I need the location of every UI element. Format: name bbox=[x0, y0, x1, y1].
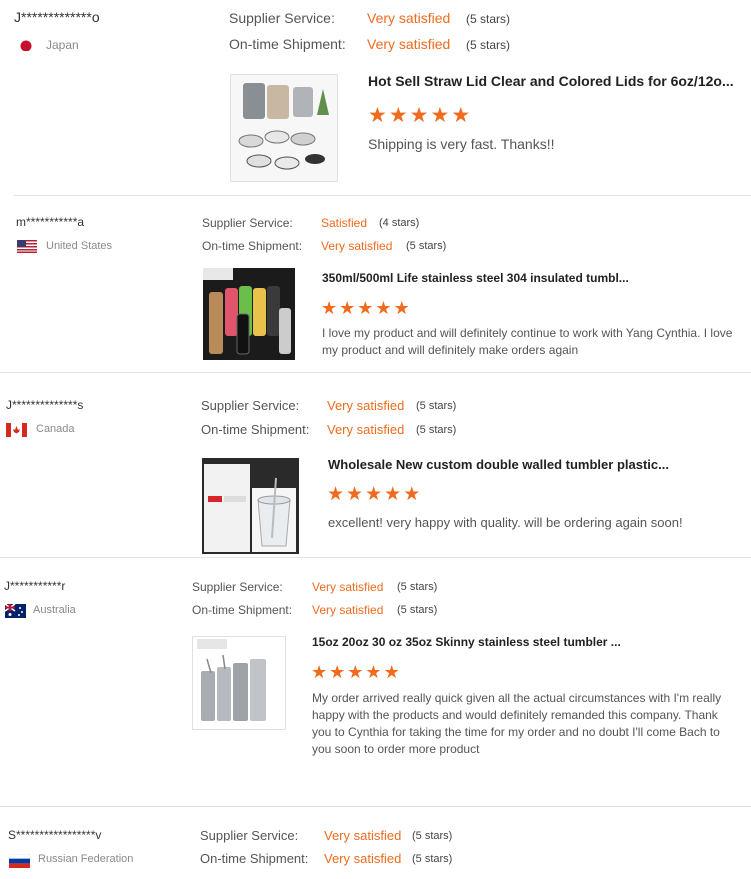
reviewer-country: Russian Federation bbox=[38, 853, 134, 865]
star-icon: ★ bbox=[339, 298, 356, 318]
review-comment: My order arrived really quick given all … bbox=[312, 691, 722, 756]
review-item: J**************s Canada Supplier Service… bbox=[0, 372, 751, 558]
ontime-shipment-label: On-time Shipment: bbox=[192, 603, 293, 617]
supplier-service-rating: Satisfied bbox=[321, 216, 368, 230]
ontime-shipment-label: On-time Shipment: bbox=[202, 239, 303, 253]
japan-flag-icon bbox=[20, 39, 32, 51]
star-icon: ★ bbox=[383, 662, 400, 682]
ontime-shipment-rating: Very satisfied bbox=[312, 603, 384, 617]
star-icon: ★ bbox=[403, 484, 421, 505]
reviewer-name: J***********r bbox=[4, 579, 66, 593]
star-rating: ★ ★ ★ ★ ★ bbox=[368, 105, 470, 126]
star-icon: ★ bbox=[368, 104, 387, 127]
reviewer-country: Canada bbox=[36, 423, 75, 435]
star-icon: ★ bbox=[346, 484, 364, 505]
ontime-shipment-rating: Very satisfied bbox=[321, 239, 393, 253]
product-thumbnail[interactable] bbox=[192, 636, 286, 730]
supplier-service-stars: (5 stars) bbox=[466, 12, 511, 26]
supplier-service-stars: (5 stars) bbox=[397, 581, 438, 593]
star-icon: ★ bbox=[388, 104, 408, 127]
star-icon: ★ bbox=[311, 662, 328, 682]
supplier-service-rating: Very satisfied bbox=[312, 580, 384, 594]
star-icon: ★ bbox=[451, 104, 471, 127]
reviewer-country: United States bbox=[46, 240, 113, 252]
plastic-tumbler-image bbox=[202, 458, 299, 554]
star-icon: ★ bbox=[384, 484, 402, 505]
insulated-bottles-image bbox=[203, 268, 295, 360]
reviewer-name: J**************s bbox=[6, 398, 84, 412]
ontime-shipment-stars: (5 stars) bbox=[412, 853, 453, 865]
ontime-shipment-rating: Very satisfied bbox=[327, 422, 405, 437]
product-thumbnail[interactable] bbox=[202, 458, 299, 554]
review-comment: excellent! very happy with quality. will… bbox=[328, 515, 683, 530]
canada-flag-icon bbox=[6, 423, 27, 437]
supplier-service-rating: Very satisfied bbox=[324, 828, 402, 843]
reviewer-country: Australia bbox=[33, 604, 76, 616]
reviewer-country: Japan bbox=[46, 38, 79, 52]
star-rating: ★ ★ ★ ★ ★ bbox=[327, 485, 420, 504]
star-icon: ★ bbox=[329, 662, 346, 682]
supplier-service-label: Supplier Service: bbox=[192, 580, 283, 594]
australia-flag-icon bbox=[5, 604, 26, 618]
supplier-service-rating: Very satisfied bbox=[327, 398, 405, 413]
star-rating: ★ ★ ★ ★ ★ bbox=[311, 663, 400, 681]
ontime-shipment-label: On-time Shipment: bbox=[200, 851, 309, 866]
product-title-link[interactable]: 15oz 20oz 30 oz 35oz Skinny stainless st… bbox=[312, 635, 621, 649]
supplier-service-rating: Very satisfied bbox=[367, 10, 451, 26]
product-title-link[interactable]: Hot Sell Straw Lid Clear and Colored Lid… bbox=[368, 73, 734, 89]
product-thumbnail[interactable] bbox=[230, 74, 338, 182]
star-icon: ★ bbox=[365, 662, 382, 682]
supplier-service-stars: (5 stars) bbox=[412, 830, 453, 842]
russia-flag-icon bbox=[9, 854, 30, 868]
star-icon: ★ bbox=[375, 298, 392, 318]
product-title-link[interactable]: 350ml/500ml Life stainless steel 304 ins… bbox=[322, 271, 629, 285]
star-icon: ★ bbox=[357, 298, 374, 318]
review-item: m***********a United States Supplier Ser… bbox=[0, 196, 751, 373]
tumbler-lids-image bbox=[231, 75, 337, 181]
ontime-shipment-stars: (5 stars) bbox=[406, 240, 447, 252]
ontime-shipment-rating: Very satisfied bbox=[324, 851, 402, 866]
reviewer-name: S*****************v bbox=[8, 828, 102, 842]
skinny-tumblers-image bbox=[193, 637, 285, 729]
star-icon: ★ bbox=[365, 484, 383, 505]
usa-flag-icon bbox=[17, 240, 37, 253]
supplier-service-label: Supplier Service: bbox=[229, 10, 335, 26]
review-item: J*************o Japan Supplier Service: … bbox=[0, 0, 751, 196]
star-icon: ★ bbox=[347, 662, 364, 682]
ontime-shipment-label: On-time Shipment: bbox=[229, 36, 346, 52]
star-icon: ★ bbox=[430, 104, 450, 127]
ontime-shipment-rating: Very satisfied bbox=[367, 36, 451, 52]
product-title-link[interactable]: Wholesale New custom double walled tumbl… bbox=[328, 457, 669, 472]
supplier-service-stars: (5 stars) bbox=[416, 400, 457, 412]
star-icon: ★ bbox=[327, 484, 345, 505]
star-icon: ★ bbox=[409, 104, 429, 127]
ontime-shipment-stars: (5 stars) bbox=[416, 424, 457, 436]
review-comment: Shipping is very fast. Thanks!! bbox=[368, 136, 555, 152]
ontime-shipment-stars: (5 stars) bbox=[466, 38, 511, 52]
review-item: S*****************v Russian Federation S… bbox=[0, 806, 751, 879]
supplier-service-label: Supplier Service: bbox=[202, 216, 293, 230]
product-thumbnail[interactable] bbox=[203, 268, 295, 360]
supplier-service-stars: (4 stars) bbox=[379, 217, 420, 229]
star-icon: ★ bbox=[393, 298, 410, 318]
review-item: J***********r Australia Supplier Service… bbox=[0, 558, 751, 807]
ontime-shipment-stars: (5 stars) bbox=[397, 604, 438, 616]
review-comment: I love my product and will definitely co… bbox=[322, 326, 733, 357]
star-icon: ★ bbox=[321, 298, 338, 318]
supplier-service-label: Supplier Service: bbox=[200, 828, 299, 843]
star-rating: ★ ★ ★ ★ ★ bbox=[321, 299, 410, 317]
supplier-service-label: Supplier Service: bbox=[201, 398, 300, 413]
ontime-shipment-label: On-time Shipment: bbox=[201, 422, 310, 437]
reviewer-name: m***********a bbox=[16, 215, 85, 229]
reviewer-name: J*************o bbox=[14, 9, 100, 25]
